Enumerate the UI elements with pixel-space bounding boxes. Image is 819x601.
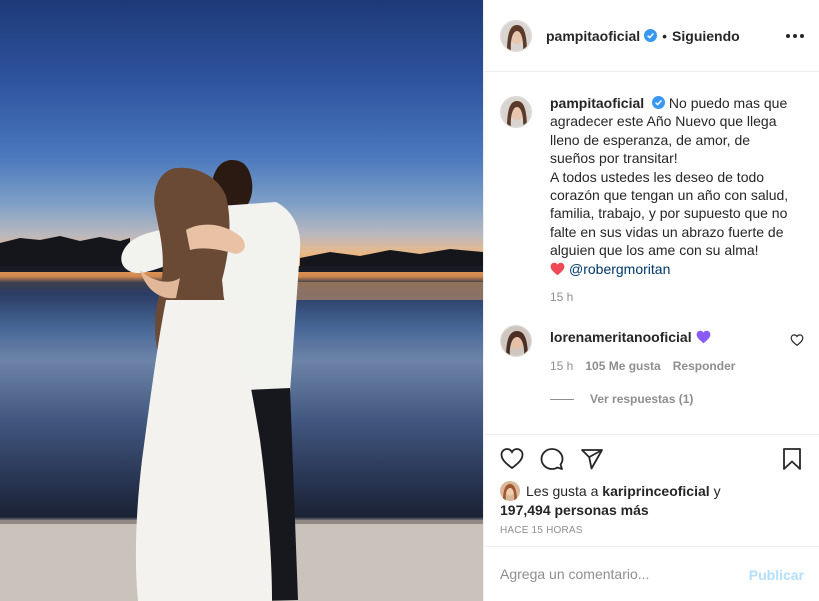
post-caption: pampitaoficial No puedo mas que agradece… xyxy=(500,94,804,304)
post-actions: Les gusta a kariprinceoficial y 197,494 … xyxy=(484,434,819,546)
purple-heart-emoji xyxy=(696,330,710,344)
post-header: pampitaoficial • Siguiendo xyxy=(484,0,819,72)
comment-icon[interactable] xyxy=(540,447,564,471)
save-icon[interactable] xyxy=(780,447,804,471)
mention-link[interactable]: @robergmoritan xyxy=(569,261,670,277)
caption-line: corazón que tengan un año con salud, xyxy=(550,187,789,204)
view-replies-label: Ver respuestas (1) xyxy=(590,392,694,406)
add-comment-bar: Publicar xyxy=(484,546,819,601)
share-icon[interactable] xyxy=(580,447,604,471)
likes-count[interactable]: 197,494 personas más xyxy=(500,502,649,518)
avatar[interactable] xyxy=(500,96,532,128)
likes-prefix: Les gusta a xyxy=(526,483,599,499)
avatar[interactable] xyxy=(500,325,532,357)
post-time-ago[interactable]: HACE 15 HORAS xyxy=(500,525,583,536)
liker-avatar[interactable] xyxy=(500,481,520,501)
caption-line: No puedo mas que xyxy=(668,95,788,111)
caption-line: familia, trabajo, y por supuesto que no xyxy=(550,205,788,222)
post-author-username[interactable]: pampitaoficial xyxy=(546,28,640,44)
comment-item: lorenameritanooficial 15 h 105 Me gusta … xyxy=(500,325,804,373)
caption-line: sueños por transitar! xyxy=(550,150,678,167)
caption-line: alguien que los ame con su alma! xyxy=(550,242,759,259)
verified-badge-icon xyxy=(652,96,666,109)
caption-username[interactable]: pampitaoficial xyxy=(550,95,644,111)
caption-line: agradecer este Año Nuevo que llega xyxy=(550,113,777,130)
avatar[interactable] xyxy=(500,19,532,52)
post-photo[interactable] xyxy=(0,0,483,601)
caption-line: A todos ustedes les deseo de todo xyxy=(550,168,765,185)
likes-conj: y xyxy=(713,483,721,499)
caption-line: falte en sus vidas un abrazo fuerte de xyxy=(550,223,784,240)
heart-icon[interactable] xyxy=(790,333,804,347)
comment-input[interactable] xyxy=(500,566,730,582)
heart-icon[interactable] xyxy=(500,447,524,471)
verified-badge-icon xyxy=(644,29,658,42)
comments-area: pampitaoficial No puedo mas que agradece… xyxy=(484,72,819,434)
red-heart-emoji xyxy=(550,262,565,275)
caption-text: pampitaoficial No puedo mas que agradece… xyxy=(550,94,790,278)
comment-timestamp[interactable]: 15 h xyxy=(550,359,573,373)
view-replies-button[interactable]: Ver respuestas (1) xyxy=(550,392,693,406)
following-button[interactable]: Siguiendo xyxy=(672,28,740,44)
separator-dot: • xyxy=(662,27,668,44)
caption-line: lleno de esperanza, de amor, de xyxy=(550,131,751,148)
comment-likes[interactable]: 105 Me gusta xyxy=(585,359,660,373)
caption-timestamp[interactable]: 15 h xyxy=(550,290,804,304)
couple-sunset-image xyxy=(0,160,483,601)
more-options-icon[interactable] xyxy=(786,28,804,44)
divider xyxy=(550,398,574,400)
publish-button[interactable]: Publicar xyxy=(749,567,804,583)
post-side-panel: pampitaoficial • Siguiendo pampitaoficia… xyxy=(483,0,819,601)
liker-username[interactable]: kariprinceoficial xyxy=(602,483,709,499)
comment-username[interactable]: lorenameritanooficial xyxy=(550,329,692,345)
likes-summary: Les gusta a kariprinceoficial y 197,494 … xyxy=(500,481,804,519)
reply-button[interactable]: Responder xyxy=(673,359,736,373)
